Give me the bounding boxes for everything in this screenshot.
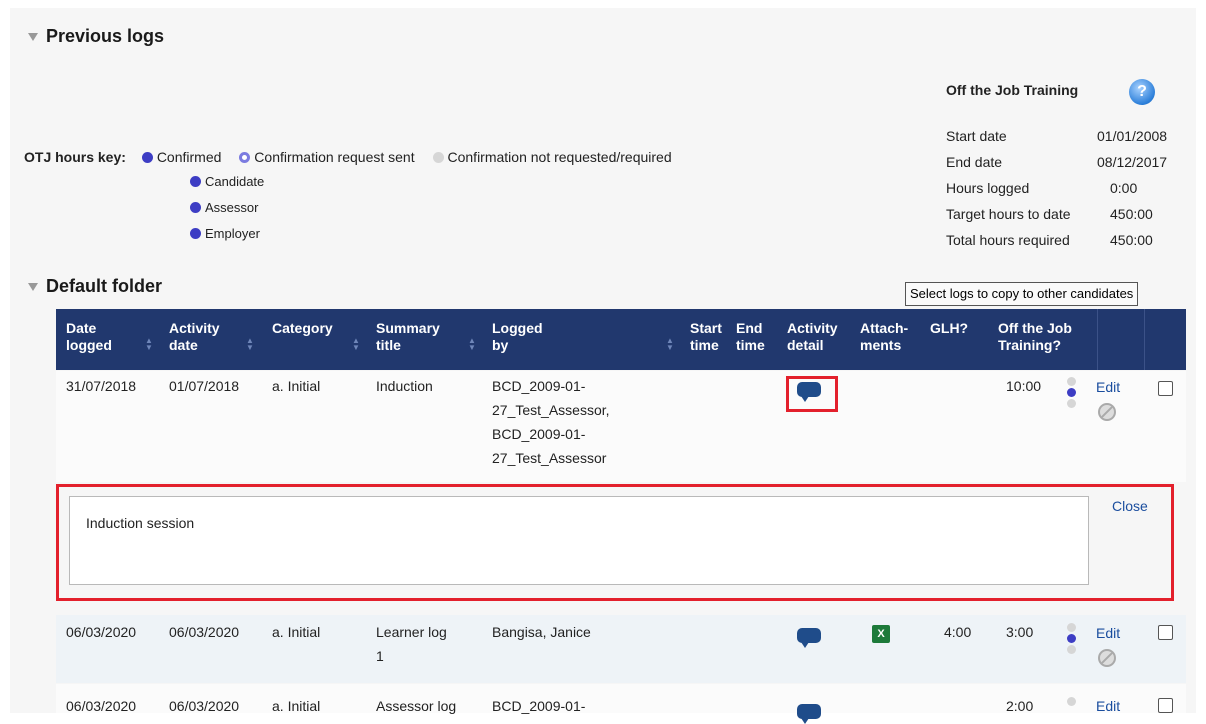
- logged-by: Bangisa, Janice: [492, 624, 591, 640]
- key-candidate-label: Candidate: [205, 174, 265, 189]
- summary-title: Induction: [376, 378, 433, 394]
- otj-status-dots: [1067, 623, 1077, 656]
- col-glh: GLH?: [930, 320, 969, 336]
- key-not-requested: Confirmation not requested/required: [447, 149, 672, 165]
- default-folder-header[interactable]: Default folder: [28, 276, 162, 297]
- date-logged: 06/03/2020: [66, 624, 137, 640]
- glh-hours: 4:00: [944, 624, 972, 640]
- candidate-dot-icon: [190, 176, 201, 187]
- not-requested-dot-icon: [432, 152, 444, 163]
- edit-link[interactable]: Edit: [1096, 698, 1120, 714]
- activity-date: 06/03/2020: [169, 624, 240, 640]
- key-employer: Employer: [190, 226, 260, 241]
- activity-date: 01/07/2018: [169, 378, 240, 394]
- otj-hours-logged-label: Hours logged: [946, 180, 1030, 196]
- col-summary-title[interactable]: Summary title: [376, 320, 440, 354]
- col-attachments: Attach-ments: [860, 320, 909, 353]
- otj-start-value: 01/01/2008: [1097, 128, 1168, 144]
- edit-link[interactable]: Edit: [1096, 625, 1120, 641]
- sort-icon[interactable]: ▲ ▼: [352, 337, 360, 352]
- collapse-triangle-icon[interactable]: [28, 33, 38, 42]
- close-link[interactable]: Close: [1112, 498, 1148, 514]
- key-candidate: Candidate: [190, 174, 264, 189]
- delete-disabled-icon: [1098, 403, 1116, 421]
- sort-icon[interactable]: ▲ ▼: [468, 337, 476, 352]
- comment-icon[interactable]: [797, 628, 821, 648]
- table-row: 06/03/2020 06/03/2020 a. Initial Learner…: [56, 615, 1186, 683]
- otj-hours: 10:00: [1006, 378, 1042, 394]
- activity-detail-textbox: Induction session: [69, 496, 1089, 585]
- previous-logs-header[interactable]: Previous logs: [28, 26, 164, 47]
- employer-dot-icon: [190, 228, 201, 239]
- edit-link[interactable]: Edit: [1096, 379, 1120, 395]
- copy-logs-button[interactable]: Select logs to copy to other candidates: [905, 282, 1139, 306]
- activity-detail-highlight: [786, 376, 838, 412]
- otj-end-value: 08/12/2017: [1097, 154, 1168, 170]
- otj-hours-logged-value: 0:00: [1110, 180, 1138, 196]
- help-icon[interactable]: ?: [1129, 79, 1155, 105]
- otj-hours: 2:00: [1006, 698, 1034, 714]
- col-activity-date[interactable]: Activity date: [169, 320, 220, 354]
- sort-icon[interactable]: ▲ ▼: [145, 337, 153, 352]
- otj-target-label: Target hours to date: [946, 206, 1071, 222]
- otj-start-label: Start date: [946, 128, 1007, 144]
- otj-target-value: 450:00: [1110, 206, 1153, 222]
- otj-status-dots: [1067, 377, 1077, 410]
- key-employer-label: Employer: [205, 226, 260, 241]
- activity-date: 06/03/2020: [169, 698, 240, 714]
- delete-disabled-icon: [1098, 649, 1116, 667]
- table-row: 06/03/2020 06/03/2020 a. Initial Assesso…: [56, 684, 1186, 724]
- excel-attachment-icon[interactable]: X: [872, 625, 890, 643]
- logged-by: BCD_2009-01-: [492, 698, 586, 714]
- col-end-time: End time: [736, 320, 765, 353]
- key-confirmed: Confirmed: [156, 149, 222, 165]
- col-otj: Off the Job Training?: [998, 320, 1072, 353]
- sort-icon[interactable]: ▲ ▼: [246, 337, 254, 352]
- otj-total-label: Total hours required: [946, 232, 1070, 248]
- logs-table-header: Date logged ▲ ▼ Activity date ▲ ▼ Category ▲…: [56, 309, 1186, 370]
- otj-key-label: OTJ hours key:: [24, 149, 126, 165]
- col-category[interactable]: Category: [272, 320, 333, 337]
- table-row: 31/07/2018 01/07/2018 a. Initial Inducti…: [56, 371, 1186, 482]
- assessor-dot-icon: [190, 202, 201, 213]
- logged-by: BCD_2009-01- 27_Test_Assessor, BCD_2009-01…: [492, 378, 610, 466]
- confirmed-dot-icon: [141, 152, 153, 163]
- sort-icon[interactable]: ▲ ▼: [666, 337, 674, 352]
- col-activity-detail: Activity detail: [787, 320, 838, 353]
- summary-title: Assessor log: [376, 698, 457, 714]
- category: a. Initial: [272, 378, 321, 394]
- col-logged-by[interactable]: Logged by: [492, 320, 543, 354]
- otj-hours: 3:00: [1006, 624, 1034, 640]
- date-logged: 06/03/2020: [66, 698, 137, 714]
- col-date-logged[interactable]: Date logged: [66, 320, 112, 354]
- row-select-checkbox[interactable]: [1158, 625, 1173, 640]
- category: a. Initial: [272, 698, 321, 714]
- otj-end-label: End date: [946, 154, 1003, 170]
- category: a. Initial: [272, 624, 321, 640]
- default-folder-title: Default folder: [46, 276, 163, 296]
- key-request-sent: Confirmation request sent: [254, 149, 415, 165]
- request-sent-dot-icon: [239, 152, 251, 163]
- otj-status-dots: [1067, 697, 1077, 708]
- comment-icon[interactable]: [797, 704, 821, 724]
- row-select-checkbox[interactable]: [1158, 698, 1173, 713]
- otj-title: Off the Job Training: [946, 82, 1079, 98]
- date-logged: 31/07/2018: [66, 378, 137, 394]
- activity-detail-panel: Induction session Close: [56, 484, 1174, 601]
- activity-detail-text: Induction session: [86, 515, 195, 531]
- otj-total-value: 450:00: [1110, 232, 1153, 248]
- col-start-time: Start time: [690, 320, 722, 353]
- key-assessor: Assessor: [190, 200, 258, 215]
- key-assessor-label: Assessor: [205, 200, 259, 215]
- row-select-checkbox[interactable]: [1158, 381, 1173, 396]
- collapse-triangle-icon[interactable]: [28, 283, 38, 292]
- otj-hours-key: OTJ hours key: Confirmed Confirmation re…: [24, 149, 686, 165]
- summary-title: Learner log 1: [376, 624, 447, 664]
- previous-logs-title: Previous logs: [46, 26, 165, 46]
